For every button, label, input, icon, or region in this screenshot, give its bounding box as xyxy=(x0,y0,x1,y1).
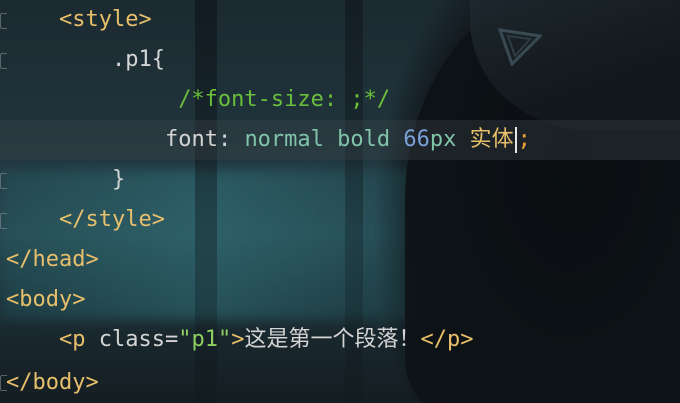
code-line: .p1{ xyxy=(6,40,165,80)
text-cursor xyxy=(514,127,517,153)
code-line: } xyxy=(6,160,125,200)
style-close-tag: </style> xyxy=(58,207,165,232)
close-brace: } xyxy=(111,167,126,192)
colon: : xyxy=(217,127,245,152)
code-line: /*font-size: ;*/ xyxy=(6,80,390,120)
head-close-tag: </head> xyxy=(6,247,99,272)
code-editor[interactable]: <style> .p1{ /*font-size: ;*/ font: norm… xyxy=(0,0,680,403)
code-line: </style> xyxy=(6,200,165,240)
style-open-tag: <style> xyxy=(58,7,152,32)
css-font-name: 实体 xyxy=(469,127,514,152)
code-line: <p class="p1">这是第一个段落！</p> xyxy=(6,320,473,360)
code-line: </body> xyxy=(6,363,99,403)
body-close-tag: </body> xyxy=(6,370,99,395)
semicolon: ; xyxy=(517,127,531,152)
paragraph-text: 这是第一个段落！ xyxy=(244,327,421,352)
code-line: <style> xyxy=(6,0,152,40)
p-open-tag: <p xyxy=(58,327,99,352)
css-unit: px xyxy=(429,127,470,152)
code-line: </head> xyxy=(6,240,99,280)
tag-close-bracket: > xyxy=(231,327,245,352)
attribute-name: class xyxy=(98,327,165,352)
open-brace: { xyxy=(151,47,165,72)
css-selector: .p1 xyxy=(111,47,152,72)
code-area[interactable]: <style> .p1{ /*font-size: ;*/ font: norm… xyxy=(0,0,680,403)
css-property: font xyxy=(164,127,218,152)
css-number: 66 xyxy=(403,127,430,152)
css-value-keywords: normal bold xyxy=(244,127,404,152)
attribute-value: "p1" xyxy=(178,327,232,352)
code-line-current: font: normal bold 66px 实体; xyxy=(6,120,531,160)
code-line: <body> xyxy=(6,280,85,320)
body-open-tag: <body> xyxy=(6,287,86,312)
equals-sign: = xyxy=(164,327,179,352)
css-comment: /*font-size: ;*/ xyxy=(178,87,391,112)
p-close-tag: </p> xyxy=(420,327,474,352)
